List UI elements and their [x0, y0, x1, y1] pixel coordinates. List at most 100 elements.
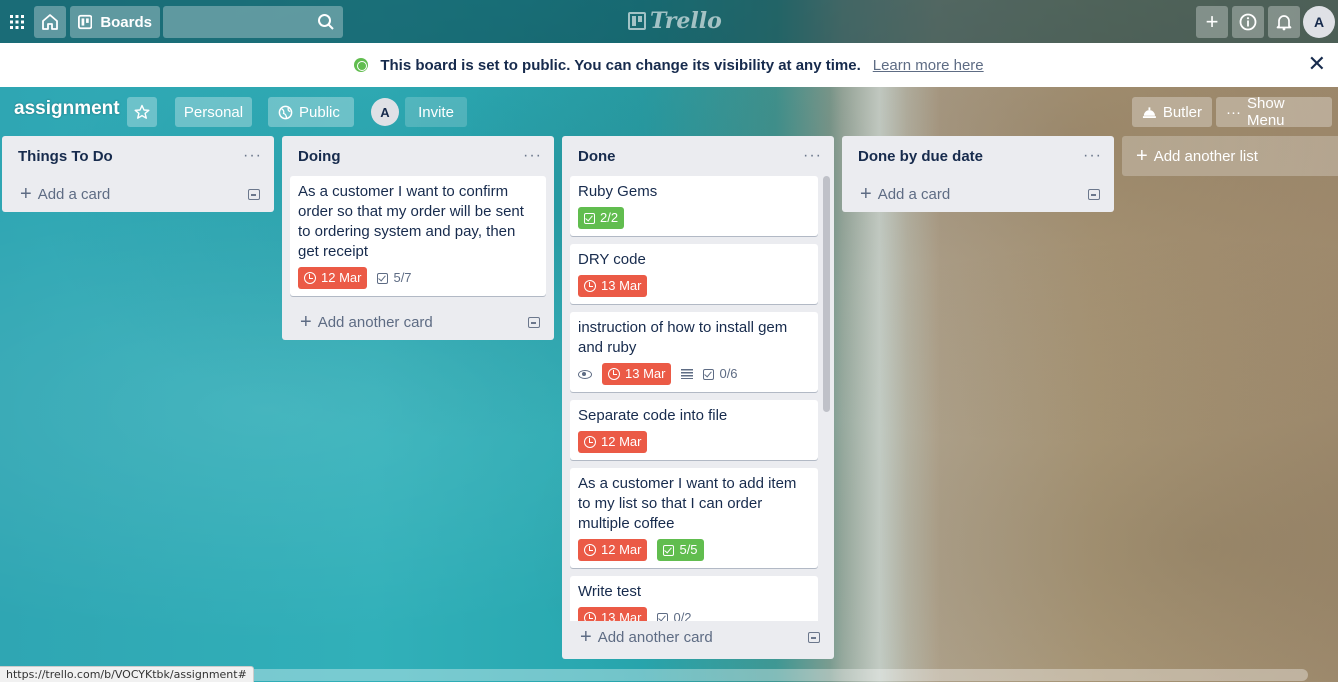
invite-button[interactable]: Invite	[405, 97, 467, 127]
globe-icon	[354, 58, 369, 72]
more-icon[interactable]: ···	[1083, 147, 1102, 165]
top-nav: Boards Trello + A	[0, 0, 1338, 43]
search-input[interactable]	[163, 6, 343, 38]
due-date: 12 Mar	[321, 270, 362, 285]
butler-button[interactable]: Butler	[1132, 97, 1212, 127]
boards-label: Boards	[100, 13, 152, 31]
add-list-button[interactable]: + Add another list	[1122, 136, 1338, 176]
add-card-button[interactable]: + Add another card	[282, 304, 554, 340]
card-list: Ruby Gems 2/2 DRY code 13 Mar instructio…	[562, 176, 834, 621]
list-things-to-do: Things To Do ··· + Add a card	[2, 136, 274, 212]
list-done-by-due-date: Done by due date ··· + Add a card	[842, 136, 1114, 212]
member-avatar[interactable]: A	[371, 98, 399, 126]
more-icon[interactable]: ···	[803, 147, 822, 165]
board-title[interactable]: assignment	[14, 98, 120, 120]
checklist-count: 5/5	[679, 542, 698, 557]
list-scrollbar[interactable]	[823, 176, 830, 412]
card-template-icon[interactable]	[248, 188, 260, 200]
checklist-icon	[663, 544, 675, 556]
more-icon: ···	[1226, 103, 1241, 121]
star-button[interactable]	[127, 97, 157, 127]
apps-grid-icon[interactable]	[4, 6, 30, 38]
star-icon	[134, 104, 150, 119]
info-button[interactable]	[1232, 6, 1264, 38]
butler-bell-icon	[1142, 107, 1156, 119]
close-icon[interactable]: ✕	[1308, 53, 1326, 75]
card[interactable]: instruction of how to install gem and ru…	[570, 312, 818, 392]
due-date-badge[interactable]: 12 Mar	[298, 267, 368, 289]
card[interactable]: As a customer I want to confirm order so…	[290, 176, 546, 296]
list-header[interactable]: Doing ···	[282, 136, 554, 176]
info-icon	[1239, 13, 1257, 31]
list-title[interactable]: Things To Do	[18, 148, 113, 165]
boards-icon	[78, 14, 93, 30]
trello-logo[interactable]: Trello	[628, 8, 722, 34]
card-title: As a customer I want to add item to my l…	[578, 475, 797, 532]
card-title: Separate code into file	[578, 407, 728, 424]
bell-icon	[1276, 15, 1292, 31]
add-card-button[interactable]: + Add another card	[562, 619, 834, 655]
card[interactable]: As a customer I want to add item to my l…	[570, 468, 818, 568]
checklist-count: 0/6	[719, 366, 738, 381]
show-menu-label: Show Menu	[1247, 95, 1285, 129]
card-template-icon[interactable]	[1088, 188, 1100, 200]
card[interactable]: Separate code into file 12 Mar	[570, 400, 818, 460]
boards-button[interactable]: Boards	[70, 6, 160, 38]
card[interactable]: DRY code 13 Mar	[570, 244, 818, 304]
add-card-button[interactable]: + Add a card	[842, 176, 1114, 212]
clock-icon	[304, 272, 316, 284]
due-date: 13 Mar	[625, 366, 666, 381]
home-button[interactable]	[34, 6, 66, 38]
home-icon	[42, 14, 58, 30]
team-visibility-button[interactable]: Personal	[175, 97, 252, 127]
card[interactable]: Write test 13 Mar 0/2	[570, 576, 818, 621]
add-card-label: Add a card	[877, 185, 951, 203]
card-template-icon[interactable]	[808, 631, 820, 643]
clock-icon	[584, 436, 596, 448]
card-template-icon[interactable]	[528, 316, 540, 328]
list-title[interactable]: Done by due date	[858, 148, 983, 165]
due-date: 13 Mar	[601, 278, 642, 293]
checklist-icon	[703, 368, 715, 380]
due-date: 12 Mar	[601, 434, 642, 449]
list-header[interactable]: Done by due date ···	[842, 136, 1114, 176]
card-title: DRY code	[578, 251, 646, 268]
search-icon	[318, 14, 334, 30]
card[interactable]: Ruby Gems 2/2	[570, 176, 818, 236]
learn-more-link[interactable]: Learn more here	[873, 57, 984, 74]
add-list-label: Add another list	[1153, 147, 1258, 165]
board-horizontal-scrollbar[interactable]	[242, 669, 1308, 681]
due-date-badge[interactable]: 13 Mar	[578, 275, 648, 297]
due-date: 12 Mar	[601, 542, 642, 557]
watch-eye-icon	[578, 369, 592, 379]
due-date-badge[interactable]: 13 Mar	[602, 363, 672, 385]
plus-icon: +	[860, 183, 872, 205]
checklist-icon	[584, 212, 595, 224]
more-icon[interactable]: ···	[523, 147, 542, 165]
create-button[interactable]: +	[1196, 6, 1228, 38]
clock-icon	[584, 544, 596, 556]
card-title: instruction of how to install gem and ru…	[578, 319, 788, 356]
add-card-label: Add another card	[317, 313, 433, 331]
plus-icon: +	[300, 311, 312, 333]
list-header[interactable]: Things To Do ···	[2, 136, 274, 176]
checklist-complete-badge: 2/2	[578, 207, 625, 229]
clock-icon	[584, 280, 596, 292]
checklist-complete-badge: 5/5	[657, 539, 704, 561]
list-title[interactable]: Doing	[298, 148, 341, 165]
more-icon[interactable]: ···	[243, 147, 262, 165]
avatar[interactable]: A	[1303, 6, 1335, 38]
banner-message: This board is set to public. You can cha…	[380, 56, 861, 74]
due-date-badge[interactable]: 12 Mar	[578, 539, 648, 561]
notifications-button[interactable]	[1268, 6, 1300, 38]
visibility-button[interactable]: Public	[268, 97, 354, 127]
due-date-badge[interactable]: 12 Mar	[578, 431, 648, 453]
logo-text: Trello	[650, 8, 722, 34]
checklist-count: 2/2	[600, 210, 619, 225]
list-header[interactable]: Done ···	[562, 136, 834, 176]
checklist-count: 5/7	[393, 270, 412, 285]
show-menu-button[interactable]: ··· Show Menu	[1216, 95, 1332, 129]
checklist-icon	[377, 272, 389, 284]
add-card-button[interactable]: + Add a card	[2, 176, 274, 212]
list-title[interactable]: Done	[578, 148, 616, 165]
